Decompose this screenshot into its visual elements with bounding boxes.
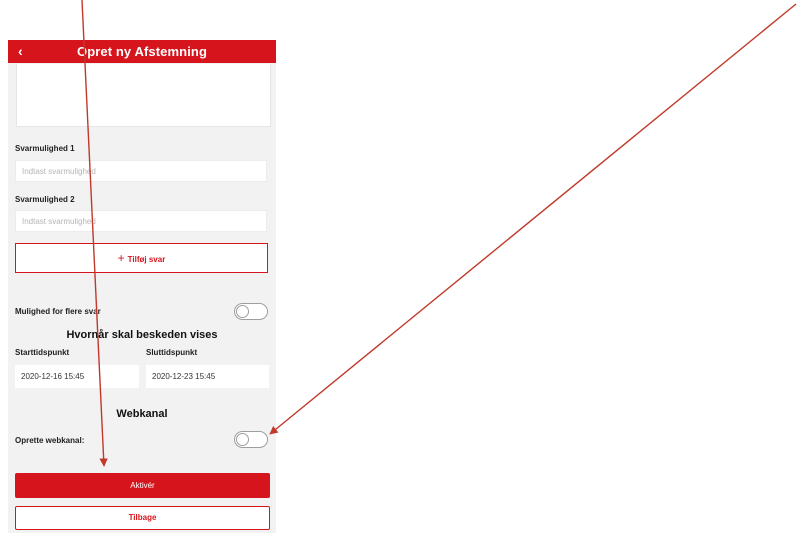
app-header: ‹ Opret ny Afstemning bbox=[8, 40, 276, 63]
option-1-input[interactable]: Indtast svarmulighed bbox=[15, 160, 267, 182]
add-answer-button[interactable]: + Tilføj svar bbox=[15, 243, 268, 273]
option-2-label: Svarmulighed 2 bbox=[15, 195, 75, 204]
start-time-label: Starttidspunkt bbox=[15, 348, 70, 357]
option-1-label: Svarmulighed 1 bbox=[15, 144, 75, 153]
end-time-label: Sluttidspunkt bbox=[146, 348, 198, 357]
multiple-answers-label: Mulighed for flere svar bbox=[15, 307, 101, 316]
toggle-knob bbox=[236, 305, 249, 318]
add-answer-label: Tilføj svar bbox=[127, 255, 166, 264]
page-title: Opret ny Afstemning bbox=[77, 44, 207, 59]
webchannel-toggle[interactable] bbox=[234, 431, 268, 448]
end-time-input[interactable]: 2020-12-23 15:45 bbox=[146, 365, 269, 388]
webchannel-label: Oprette webkanal: bbox=[15, 436, 85, 445]
webchannel-title: Webkanal bbox=[116, 408, 168, 420]
back-button[interactable]: Tilbage bbox=[15, 506, 270, 530]
start-time-input[interactable]: 2020-12-16 15:45 bbox=[15, 365, 139, 388]
activate-button[interactable]: Aktivér bbox=[15, 473, 270, 498]
arrow-to-webchannel-toggle bbox=[269, 3, 797, 435]
toggle-knob bbox=[236, 433, 249, 446]
schedule-title: Hvornår skal beskeden vises bbox=[66, 329, 218, 341]
multiple-answers-toggle[interactable] bbox=[234, 303, 268, 320]
description-textarea[interactable] bbox=[16, 64, 271, 127]
app-screen: ‹ Opret ny Afstemning Svarmulighed 1 Ind… bbox=[8, 40, 276, 533]
option-2-input[interactable]: Indtast svarmulighed bbox=[15, 210, 267, 232]
plus-icon: + bbox=[117, 251, 125, 265]
